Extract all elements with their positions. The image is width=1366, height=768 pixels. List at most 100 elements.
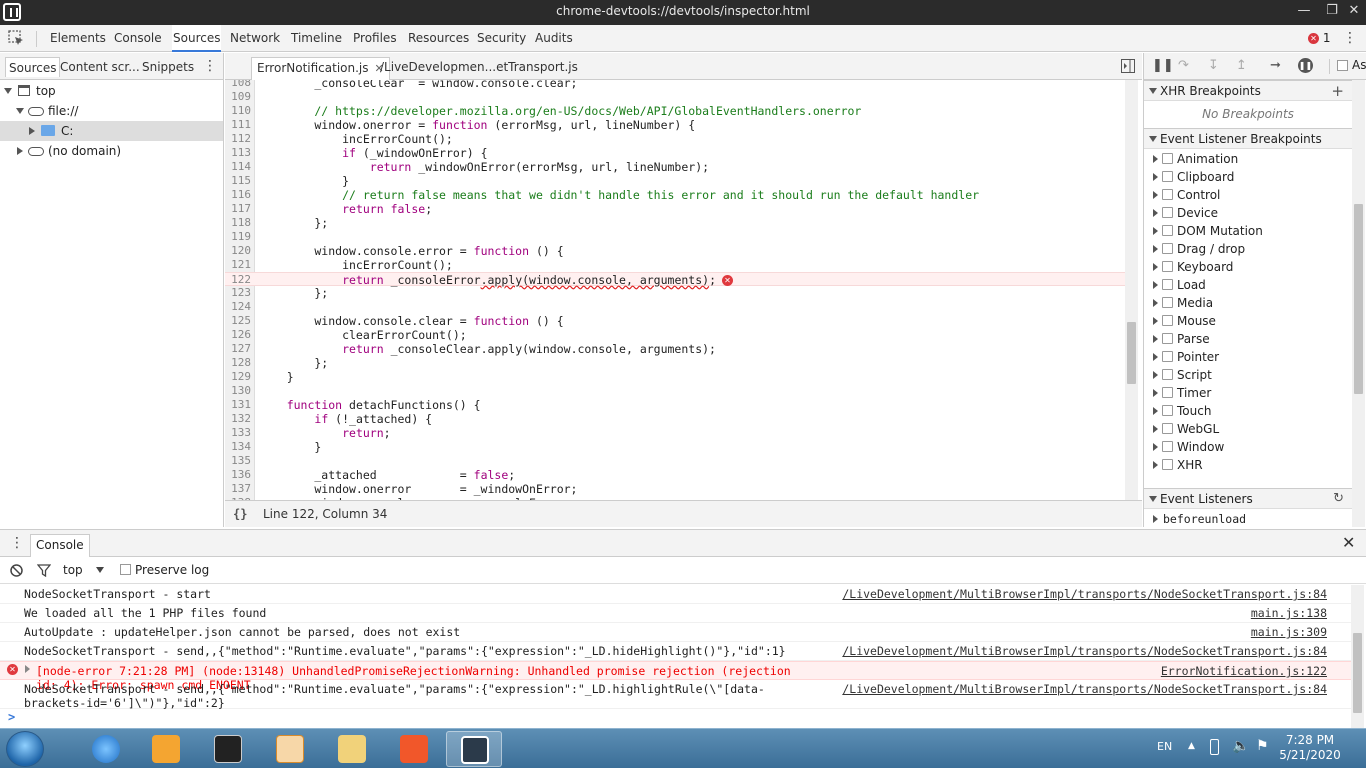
xhr-breakpoints-header[interactable]: XHR Breakpoints + — [1144, 80, 1352, 101]
sidebar-scrollbar-thumb[interactable] — [1354, 204, 1363, 394]
event-category-drag-drop[interactable]: Drag / drop — [1144, 240, 1352, 258]
event-category-keyboard[interactable]: Keyboard — [1144, 258, 1352, 276]
event-checkbox[interactable] — [1162, 333, 1173, 344]
console-scrollbar[interactable] — [1351, 585, 1364, 729]
message-source-link[interactable]: /LiveDevelopment/MultiBrowserImpl/transp… — [842, 682, 1327, 696]
deactivate-breakpoints-icon[interactable]: ➞ — [1270, 59, 1281, 73]
pretty-print-button[interactable]: {} — [233, 501, 247, 527]
message-source-link[interactable]: main.js:138 — [1251, 606, 1327, 620]
language-indicator[interactable]: EN — [1157, 740, 1172, 753]
line-number[interactable]: 134 — [225, 440, 251, 454]
taskbar-clock[interactable]: 7:28 PM 5/21/2020 — [1270, 733, 1350, 763]
line-number[interactable]: 110 — [225, 104, 251, 118]
tab-security[interactable]: Security — [476, 25, 527, 51]
event-category-pointer[interactable]: Pointer — [1144, 348, 1352, 366]
async-checkbox[interactable] — [1337, 60, 1348, 71]
add-xhr-breakpoint-icon[interactable]: + — [1331, 81, 1344, 101]
event-category-xhr[interactable]: XHR — [1144, 456, 1352, 474]
line-number[interactable]: 116 — [225, 188, 251, 202]
event-listener-breakpoints-header[interactable]: Event Listener Breakpoints — [1144, 128, 1352, 149]
message-source-link[interactable]: /LiveDevelopment/MultiBrowserImpl/transp… — [842, 644, 1327, 658]
volume-icon[interactable]: 🔈 — [1232, 738, 1249, 754]
line-number[interactable]: 132 — [225, 412, 251, 426]
tab-resources[interactable]: Resources — [407, 25, 470, 51]
context-dropdown-icon[interactable] — [96, 567, 104, 573]
event-checkbox[interactable] — [1162, 171, 1173, 182]
editor-tab-node-socket-transport[interactable]: /LiveDevelopmen...etTransport.js — [375, 57, 583, 80]
tree-item-drive-c[interactable]: C: — [0, 121, 223, 141]
step-out-icon[interactable]: ↥ — [1236, 59, 1247, 73]
toggle-debugger-sidebar-icon[interactable] — [1121, 59, 1135, 73]
line-number[interactable]: 127 — [225, 342, 251, 356]
navigator-menu-icon[interactable]: ⋮ — [203, 59, 217, 73]
line-number[interactable]: 129 — [225, 370, 251, 384]
event-category-timer[interactable]: Timer — [1144, 384, 1352, 402]
message-source-link[interactable]: /LiveDevelopment/MultiBrowserImpl/transp… — [842, 587, 1327, 601]
event-checkbox[interactable] — [1162, 243, 1173, 254]
drawer-tab-console[interactable]: Console — [30, 534, 90, 557]
step-into-icon[interactable]: ↧ — [1208, 59, 1219, 73]
event-category-control[interactable]: Control — [1144, 186, 1352, 204]
context-selector[interactable]: top — [63, 563, 83, 577]
taskbar-explorer[interactable] — [324, 731, 380, 767]
tree-item-no-domain[interactable]: (no domain) — [0, 141, 223, 161]
event-checkbox[interactable] — [1162, 369, 1173, 380]
message-source-link[interactable]: main.js:309 — [1251, 625, 1327, 639]
taskbar-app-n[interactable] — [200, 731, 256, 767]
taskbar-app-f[interactable] — [262, 731, 318, 767]
taskbar-media-player[interactable] — [138, 731, 194, 767]
event-category-load[interactable]: Load — [1144, 276, 1352, 294]
line-number[interactable]: 112 — [225, 132, 251, 146]
console-scrollbar-thumb[interactable] — [1353, 633, 1362, 713]
editor-scrollbar[interactable] — [1125, 80, 1138, 500]
line-number[interactable]: 125 — [225, 314, 251, 328]
event-category-dom-mutation[interactable]: DOM Mutation — [1144, 222, 1352, 240]
taskbar-brackets[interactable] — [446, 731, 502, 767]
event-category-window[interactable]: Window — [1144, 438, 1352, 456]
console-prompt[interactable]: > — [8, 710, 15, 724]
tab-audits[interactable]: Audits — [534, 25, 574, 51]
line-number[interactable]: 108 — [225, 80, 251, 90]
tree-item-top[interactable]: top — [0, 81, 223, 101]
close-drawer-icon[interactable]: ✕ — [1342, 533, 1355, 552]
taskbar-ie[interactable] — [78, 731, 134, 767]
event-checkbox[interactable] — [1162, 405, 1173, 416]
event-category-animation[interactable]: Animation — [1144, 150, 1352, 168]
line-number[interactable]: 109 — [225, 90, 251, 104]
pause-icon[interactable]: ❚❚ — [1152, 59, 1174, 73]
error-marker-icon[interactable]: ✕ — [722, 275, 733, 286]
event-category-parse[interactable]: Parse — [1144, 330, 1352, 348]
event-category-script[interactable]: Script — [1144, 366, 1352, 384]
line-number[interactable]: 119 — [225, 230, 251, 244]
line-number[interactable]: 123 — [225, 286, 251, 300]
line-number[interactable]: 122 — [225, 273, 251, 287]
line-number[interactable]: 114 — [225, 160, 251, 174]
event-listeners-header[interactable]: Event Listeners ↻ — [1144, 488, 1352, 509]
line-number[interactable]: 111 — [225, 118, 251, 132]
inspect-element-icon[interactable] — [8, 30, 25, 47]
line-number[interactable]: 135 — [225, 454, 251, 468]
line-number[interactable]: 137 — [225, 482, 251, 496]
drawer-menu-icon[interactable]: ⋮ — [10, 536, 24, 550]
sidebar-scrollbar[interactable] — [1352, 80, 1365, 527]
event-checkbox[interactable] — [1162, 387, 1173, 398]
show-hidden-icons-icon[interactable]: ▲ — [1188, 741, 1195, 751]
line-number[interactable]: 115 — [225, 174, 251, 188]
line-number[interactable]: 130 — [225, 384, 251, 398]
tab-profiles[interactable]: Profiles — [352, 25, 398, 51]
line-number[interactable]: 126 — [225, 328, 251, 342]
clear-console-icon[interactable] — [10, 564, 23, 577]
event-checkbox[interactable] — [1162, 441, 1173, 452]
tree-item-file[interactable]: file:// — [0, 101, 223, 121]
event-category-clipboard[interactable]: Clipboard — [1144, 168, 1352, 186]
preserve-log-checkbox[interactable] — [120, 564, 131, 575]
line-number[interactable]: 131 — [225, 398, 251, 412]
editor-scrollbar-thumb[interactable] — [1127, 322, 1136, 384]
action-center-flag-icon[interactable]: ⚑ — [1256, 738, 1269, 754]
tab-elements[interactable]: Elements — [49, 25, 107, 51]
event-checkbox[interactable] — [1162, 153, 1173, 164]
refresh-icon[interactable]: ↻ — [1333, 489, 1344, 509]
event-checkbox[interactable] — [1162, 207, 1173, 218]
minimize-button[interactable]: — — [1290, 2, 1318, 22]
event-category-touch[interactable]: Touch — [1144, 402, 1352, 420]
